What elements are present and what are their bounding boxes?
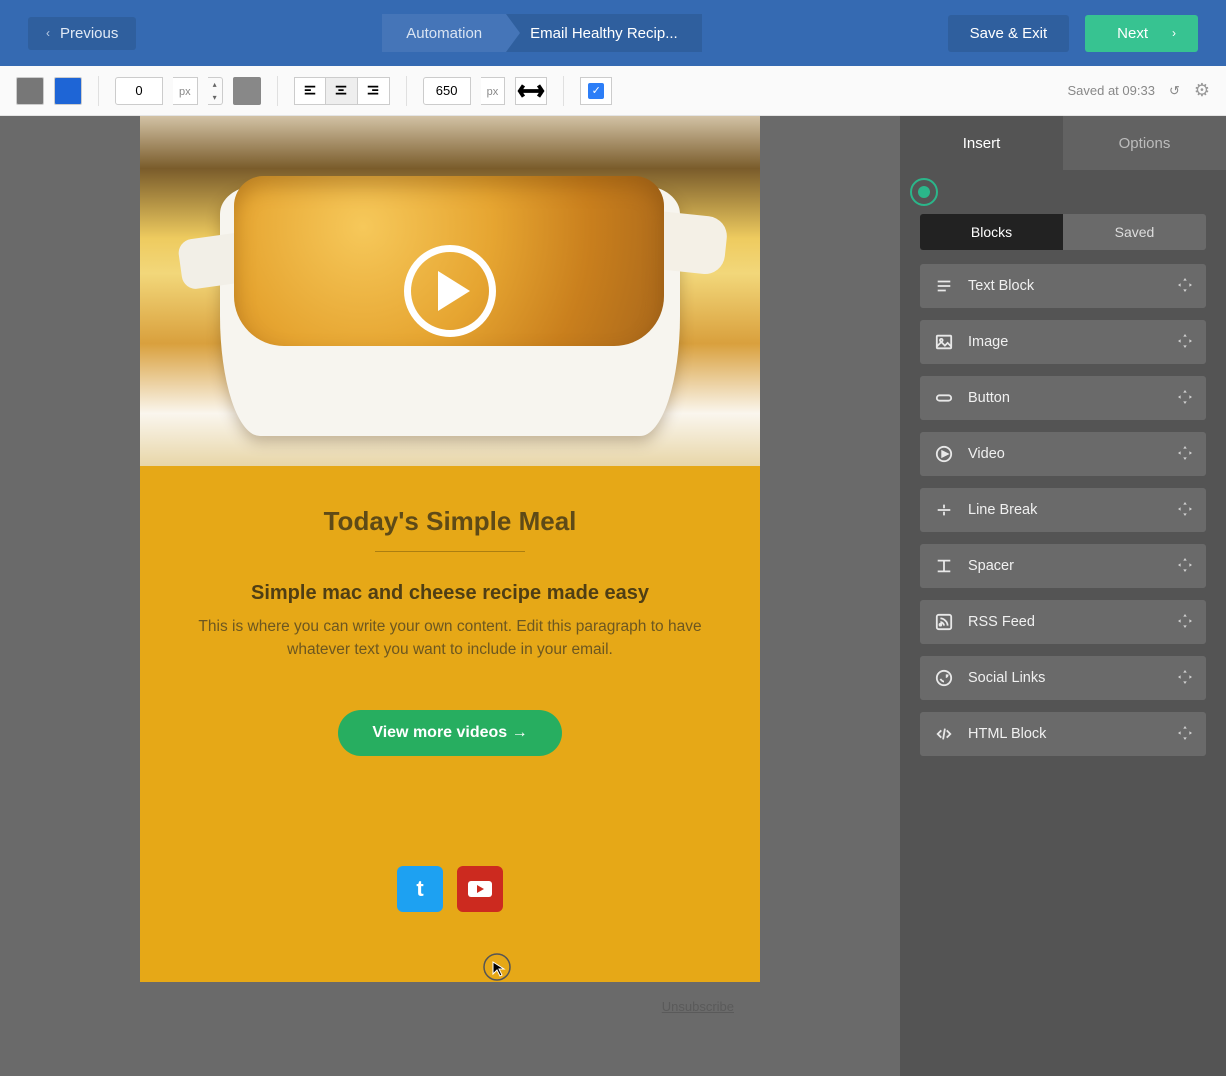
block-label: Line Break: [968, 502, 1164, 518]
twitter-icon[interactable]: t: [397, 866, 443, 912]
history-icon[interactable]: ↺: [1169, 83, 1180, 99]
email-content[interactable]: Today's Simple Meal Simple mac and chees…: [140, 466, 760, 982]
subtab-blocks[interactable]: Blocks: [920, 214, 1063, 250]
align-right-button[interactable]: [358, 77, 390, 105]
divider: [98, 76, 99, 106]
main-area: Today's Simple Meal Simple mac and chees…: [0, 116, 1226, 1076]
block-label: Button: [968, 390, 1164, 406]
breadcrumb: Automation Email Healthy Recip...: [136, 14, 947, 52]
background-color-swatch[interactable]: [16, 77, 44, 105]
status-area: Saved at 09:33 ↺ ⚙: [1067, 80, 1210, 101]
rss-icon: [934, 613, 954, 631]
panel-subtabs: Blocks Saved: [920, 214, 1206, 250]
chevron-left-icon: ‹: [46, 26, 50, 40]
hint-pulse-icon[interactable]: [910, 178, 938, 206]
breadcrumb-automation[interactable]: Automation: [382, 14, 506, 52]
block-rss[interactable]: RSS Feed: [920, 600, 1206, 644]
divider: [406, 76, 407, 106]
previous-label: Previous: [60, 25, 118, 42]
width-unit: px: [481, 77, 506, 105]
move-icon[interactable]: [1178, 558, 1192, 575]
spacer-icon: [934, 557, 954, 575]
cta-button[interactable]: View more videos →: [338, 710, 561, 756]
width-input[interactable]: [423, 77, 471, 105]
move-icon[interactable]: [1178, 446, 1192, 463]
canvas-viewport[interactable]: Today's Simple Meal Simple mac and chees…: [0, 116, 900, 1076]
hero-video-block[interactable]: [140, 116, 760, 466]
block-label: Video: [968, 446, 1164, 462]
chevron-right-icon: ›: [1172, 26, 1176, 40]
padding-unit: px: [173, 77, 198, 105]
block-label: Spacer: [968, 558, 1164, 574]
transparent-checkbox[interactable]: ✓: [580, 77, 612, 105]
blocks-list: Text Block Image Button Video Line Break Spac…: [900, 264, 1226, 756]
next-button[interactable]: Next ›: [1085, 15, 1198, 52]
align-left-button[interactable]: [294, 77, 326, 105]
text-icon: [934, 277, 954, 295]
padding-input[interactable]: [115, 77, 163, 105]
block-button[interactable]: Button: [920, 376, 1206, 420]
block-html[interactable]: HTML Block: [920, 712, 1206, 756]
align-center-button[interactable]: [326, 77, 358, 105]
block-text[interactable]: Text Block: [920, 264, 1206, 308]
button-icon: [934, 389, 954, 407]
move-icon[interactable]: [1178, 390, 1192, 407]
tab-insert[interactable]: Insert: [900, 116, 1063, 170]
foreground-color-swatch[interactable]: [54, 77, 82, 105]
previous-button[interactable]: ‹ Previous: [28, 17, 136, 50]
subtab-saved[interactable]: Saved: [1063, 214, 1206, 250]
right-panel: Insert Options Blocks Saved Text Block Im…: [900, 116, 1226, 1076]
breadcrumb-current[interactable]: Email Healthy Recip...: [506, 14, 702, 52]
youtube-play-icon: [468, 881, 492, 897]
move-icon[interactable]: [1178, 278, 1192, 295]
fit-width-button[interactable]: [515, 77, 547, 105]
social-icon: [934, 669, 954, 687]
block-label: Image: [968, 334, 1164, 350]
save-status: Saved at 09:33: [1067, 83, 1154, 98]
block-spacer[interactable]: Spacer: [920, 544, 1206, 588]
video-icon: [934, 445, 954, 463]
email-canvas[interactable]: Today's Simple Meal Simple mac and chees…: [140, 116, 760, 982]
image-icon: [934, 333, 954, 351]
move-icon[interactable]: [1178, 726, 1192, 743]
social-links-block[interactable]: t: [190, 866, 710, 912]
youtube-icon[interactable]: [457, 866, 503, 912]
tab-options[interactable]: Options: [1063, 116, 1226, 170]
save-exit-button[interactable]: Save & Exit: [948, 15, 1070, 52]
headline[interactable]: Today's Simple Meal: [190, 506, 710, 537]
padding-stepper[interactable]: ▴▾: [208, 77, 223, 105]
divider: [563, 76, 564, 106]
subheadline[interactable]: Simple mac and cheese recipe made easy: [190, 582, 710, 605]
move-icon[interactable]: [1178, 502, 1192, 519]
block-social[interactable]: Social Links: [920, 656, 1206, 700]
move-icon[interactable]: [1178, 334, 1192, 351]
html-icon: [934, 725, 954, 743]
move-icon[interactable]: [1178, 614, 1192, 631]
check-icon: ✓: [588, 83, 604, 99]
align-group: [294, 77, 390, 105]
line-icon: [934, 501, 954, 519]
top-bar: ‹ Previous Automation Email Healthy Reci…: [0, 0, 1226, 66]
move-icon[interactable]: [1178, 670, 1192, 687]
unsubscribe-link[interactable]: Unsubscribe: [662, 999, 734, 1014]
gear-icon[interactable]: ⚙: [1194, 80, 1210, 101]
block-video[interactable]: Video: [920, 432, 1206, 476]
block-label: Text Block: [968, 278, 1164, 294]
body-paragraph[interactable]: This is where you can write your own con…: [190, 615, 710, 662]
step-down-icon[interactable]: ▾: [208, 91, 222, 104]
divider: [277, 76, 278, 106]
block-label: HTML Block: [968, 726, 1164, 742]
block-label: RSS Feed: [968, 614, 1164, 630]
block-line[interactable]: Line Break: [920, 488, 1206, 532]
block-label: Social Links: [968, 670, 1164, 686]
format-toolbar: px ▴▾ px ✓ Saved at 09:33 ↺ ⚙: [0, 66, 1226, 116]
step-up-icon[interactable]: ▴: [208, 78, 222, 91]
block-image[interactable]: Image: [920, 320, 1206, 364]
play-icon[interactable]: [404, 245, 496, 337]
rule-divider: [375, 551, 525, 552]
panel-tabs: Insert Options: [900, 116, 1226, 170]
padding-color-swatch[interactable]: [233, 77, 261, 105]
